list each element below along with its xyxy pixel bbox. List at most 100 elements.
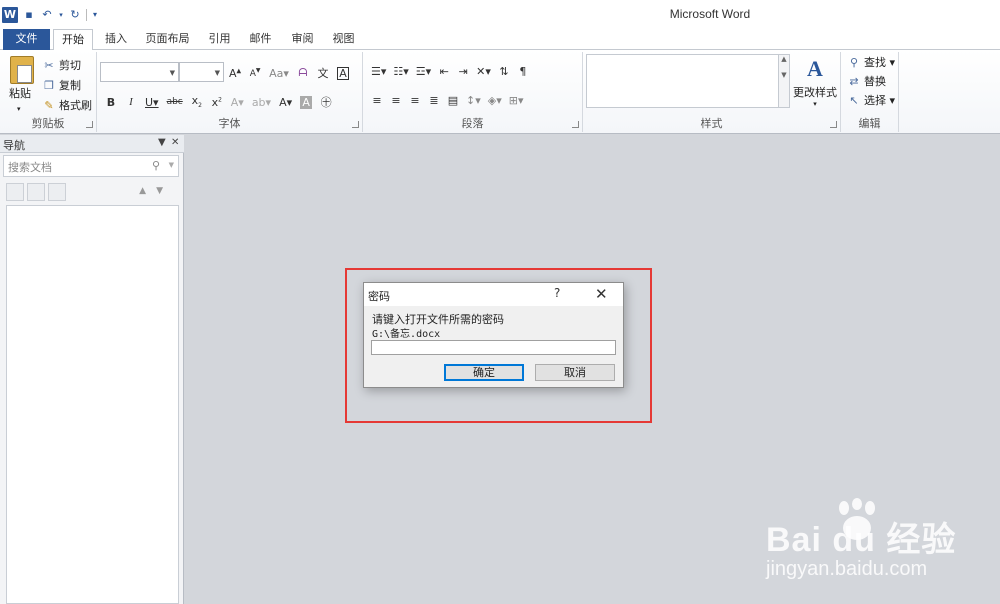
quick-styles-gallery[interactable]: ▲ ▼	[586, 54, 790, 108]
word-app-icon[interactable]: W	[2, 7, 18, 23]
tab-page-layout[interactable]: 页面布局	[140, 29, 195, 50]
brush-icon: ✎	[44, 99, 54, 112]
decrease-indent-icon[interactable]: ⇤	[438, 65, 450, 78]
copy-button[interactable]: ❐ 复制	[42, 78, 81, 94]
nav-pane-title: 导航	[3, 139, 25, 152]
replace-icon: ⇄	[849, 75, 859, 88]
quick-access-toolbar: ▪ ↶ ▾ ↻ ▾	[22, 7, 99, 23]
ribbon-tab-row: 文件 开始 插入 页面布局 引用 邮件 审阅 视图	[0, 29, 1000, 51]
tab-insert[interactable]: 插入	[99, 29, 133, 50]
bullets-icon[interactable]: ☰▾	[371, 65, 386, 78]
password-input[interactable]	[371, 340, 616, 355]
subscript-icon[interactable]: x2	[191, 94, 203, 109]
close-icon[interactable]: ✕	[171, 137, 179, 148]
tab-home[interactable]: 开始	[53, 29, 93, 51]
chinese-layout-icon[interactable]: ✕▾	[476, 65, 491, 78]
browse-pages-icon[interactable]	[27, 183, 45, 201]
search-icon[interactable]: ⚲	[152, 159, 160, 172]
nav-view-tabs	[6, 183, 66, 201]
ribbon: 粘贴 ▾ ✂ 剪切 ❐ 复制 ✎ 格式刷 剪贴板 ▼ ▼ A▲ A▼ Aa▾ ᗩ 文 …	[0, 50, 1000, 134]
tab-references[interactable]: 引用	[203, 29, 236, 50]
show-marks-icon[interactable]: ¶	[517, 65, 529, 78]
strikethrough-icon[interactable]: abc	[167, 97, 183, 107]
tab-file[interactable]: 文件	[3, 29, 50, 50]
change-case-icon[interactable]: Aa▾	[269, 67, 289, 80]
align-left-icon[interactable]: ≡	[371, 94, 383, 107]
clipboard-launcher-icon[interactable]	[86, 121, 93, 128]
increase-indent-icon[interactable]: ⇥	[457, 65, 469, 78]
dialog-file-path: G:\备忘.docx	[372, 329, 441, 340]
cut-button[interactable]: ✂ 剪切	[42, 58, 81, 74]
borders-icon[interactable]: ⊞▾	[509, 94, 524, 107]
tab-review[interactable]: 审阅	[286, 29, 319, 50]
text-effects-icon[interactable]: A▾	[231, 96, 244, 109]
phonetic-guide-icon[interactable]: 文	[317, 65, 329, 81]
nav-pane-menu-icon[interactable]: ▼	[158, 137, 166, 148]
enclose-char-icon[interactable]: ㊉	[320, 94, 332, 110]
chevron-down-icon[interactable]: ▼	[169, 161, 174, 169]
qat-separator	[86, 9, 87, 21]
styles-launcher-icon[interactable]	[830, 121, 837, 128]
watermark-url: jingyan.baidu.com	[766, 558, 928, 580]
paste-button[interactable]: 粘贴	[9, 86, 31, 102]
nav-results-area	[6, 205, 179, 604]
styles-group-label: 样式	[700, 117, 723, 130]
clipboard-group-label: 剪贴板	[31, 117, 65, 130]
char-shading-icon[interactable]: A	[300, 95, 313, 109]
browse-results-icon[interactable]	[48, 183, 66, 201]
font-color-icon[interactable]: A▾	[279, 96, 292, 109]
replace-button[interactable]: ⇄ 替换	[847, 74, 886, 90]
tab-view[interactable]: 视图	[327, 29, 360, 50]
browse-headings-icon[interactable]	[6, 183, 24, 201]
char-border-icon[interactable]: A	[336, 66, 349, 80]
font-name-combo[interactable]: ▼	[100, 62, 179, 82]
customize-qat-icon[interactable]: ▾	[91, 7, 99, 23]
format-painter-button[interactable]: ✎ 格式刷	[42, 98, 92, 114]
select-button[interactable]: ↖ 选择 ▾	[847, 93, 895, 109]
nav-search-input[interactable]: 搜索文档	[8, 159, 52, 175]
navigation-pane: 导航 ▼ ✕ 搜索文档 ⚲ ▼ ▲▼	[0, 135, 184, 604]
find-button[interactable]: ⚲ 查找 ▾	[847, 55, 895, 71]
paragraph-launcher-icon[interactable]	[572, 121, 579, 128]
justify-icon[interactable]: ≣	[428, 94, 440, 107]
tab-mailings[interactable]: 邮件	[244, 29, 277, 50]
editing-group: ⚲ 查找 ▾ ⇄ 替换 ↖ 选择 ▾ 编辑	[841, 52, 899, 132]
multilevel-list-icon[interactable]: ☲▾	[416, 65, 431, 78]
clipboard-group: 粘贴 ▾ ✂ 剪切 ❐ 复制 ✎ 格式刷 剪贴板	[0, 52, 97, 132]
align-right-icon[interactable]: ≡	[409, 94, 421, 107]
gallery-scrollbar[interactable]: ▲ ▼	[778, 55, 789, 107]
nav-search-box[interactable]: 搜索文档 ⚲ ▼	[3, 155, 179, 177]
superscript-icon[interactable]: x2	[211, 96, 223, 109]
distributed-icon[interactable]: ▤	[447, 94, 459, 107]
cancel-button[interactable]: 取消	[535, 364, 615, 381]
italic-icon[interactable]: I	[125, 96, 137, 108]
line-spacing-icon[interactable]: ↕▾	[466, 94, 481, 107]
help-icon[interactable]: ?	[554, 286, 560, 300]
redo-icon[interactable]: ↻	[68, 7, 82, 23]
title-bar: W ▪ ↶ ▾ ↻ ▾ Microsoft Word	[0, 0, 1000, 29]
grow-font-icon[interactable]: A▲	[229, 67, 241, 80]
ok-button[interactable]: 确定	[444, 364, 524, 381]
nav-prev-next-icons[interactable]: ▲▼	[139, 186, 173, 196]
clear-format-icon[interactable]: ᗩ	[297, 66, 309, 80]
font-launcher-icon[interactable]	[352, 121, 359, 128]
paragraph-top-tools: ☰▾ ☷▾ ☲▾ ⇤ ⇥ ✕▾ ⇅ ¶	[371, 65, 529, 78]
shading-icon[interactable]: ◈▾	[488, 94, 502, 107]
paste-icon[interactable]	[10, 56, 34, 84]
underline-icon[interactable]: U▾	[145, 96, 159, 109]
close-icon[interactable]: ✕	[595, 285, 608, 303]
sort-icon[interactable]: ⇅	[498, 65, 510, 78]
copy-icon: ❐	[44, 79, 54, 92]
shrink-font-icon[interactable]: A▼	[249, 67, 261, 79]
scissors-icon: ✂	[44, 59, 54, 72]
bold-icon[interactable]: B	[105, 96, 117, 109]
change-styles-button[interactable]: A 更改样式 ▾	[792, 54, 838, 108]
undo-dropdown-icon[interactable]: ▾	[58, 7, 64, 23]
align-center-icon[interactable]: ≡	[390, 94, 402, 107]
highlight-icon[interactable]: ab▾	[252, 96, 271, 109]
undo-icon[interactable]: ↶	[40, 7, 54, 23]
numbering-icon[interactable]: ☷▾	[393, 65, 408, 78]
dialog-title-bar: 密码 ? ✕	[364, 283, 623, 306]
save-icon[interactable]: ▪	[22, 7, 36, 23]
font-size-combo[interactable]: ▼	[179, 62, 224, 82]
